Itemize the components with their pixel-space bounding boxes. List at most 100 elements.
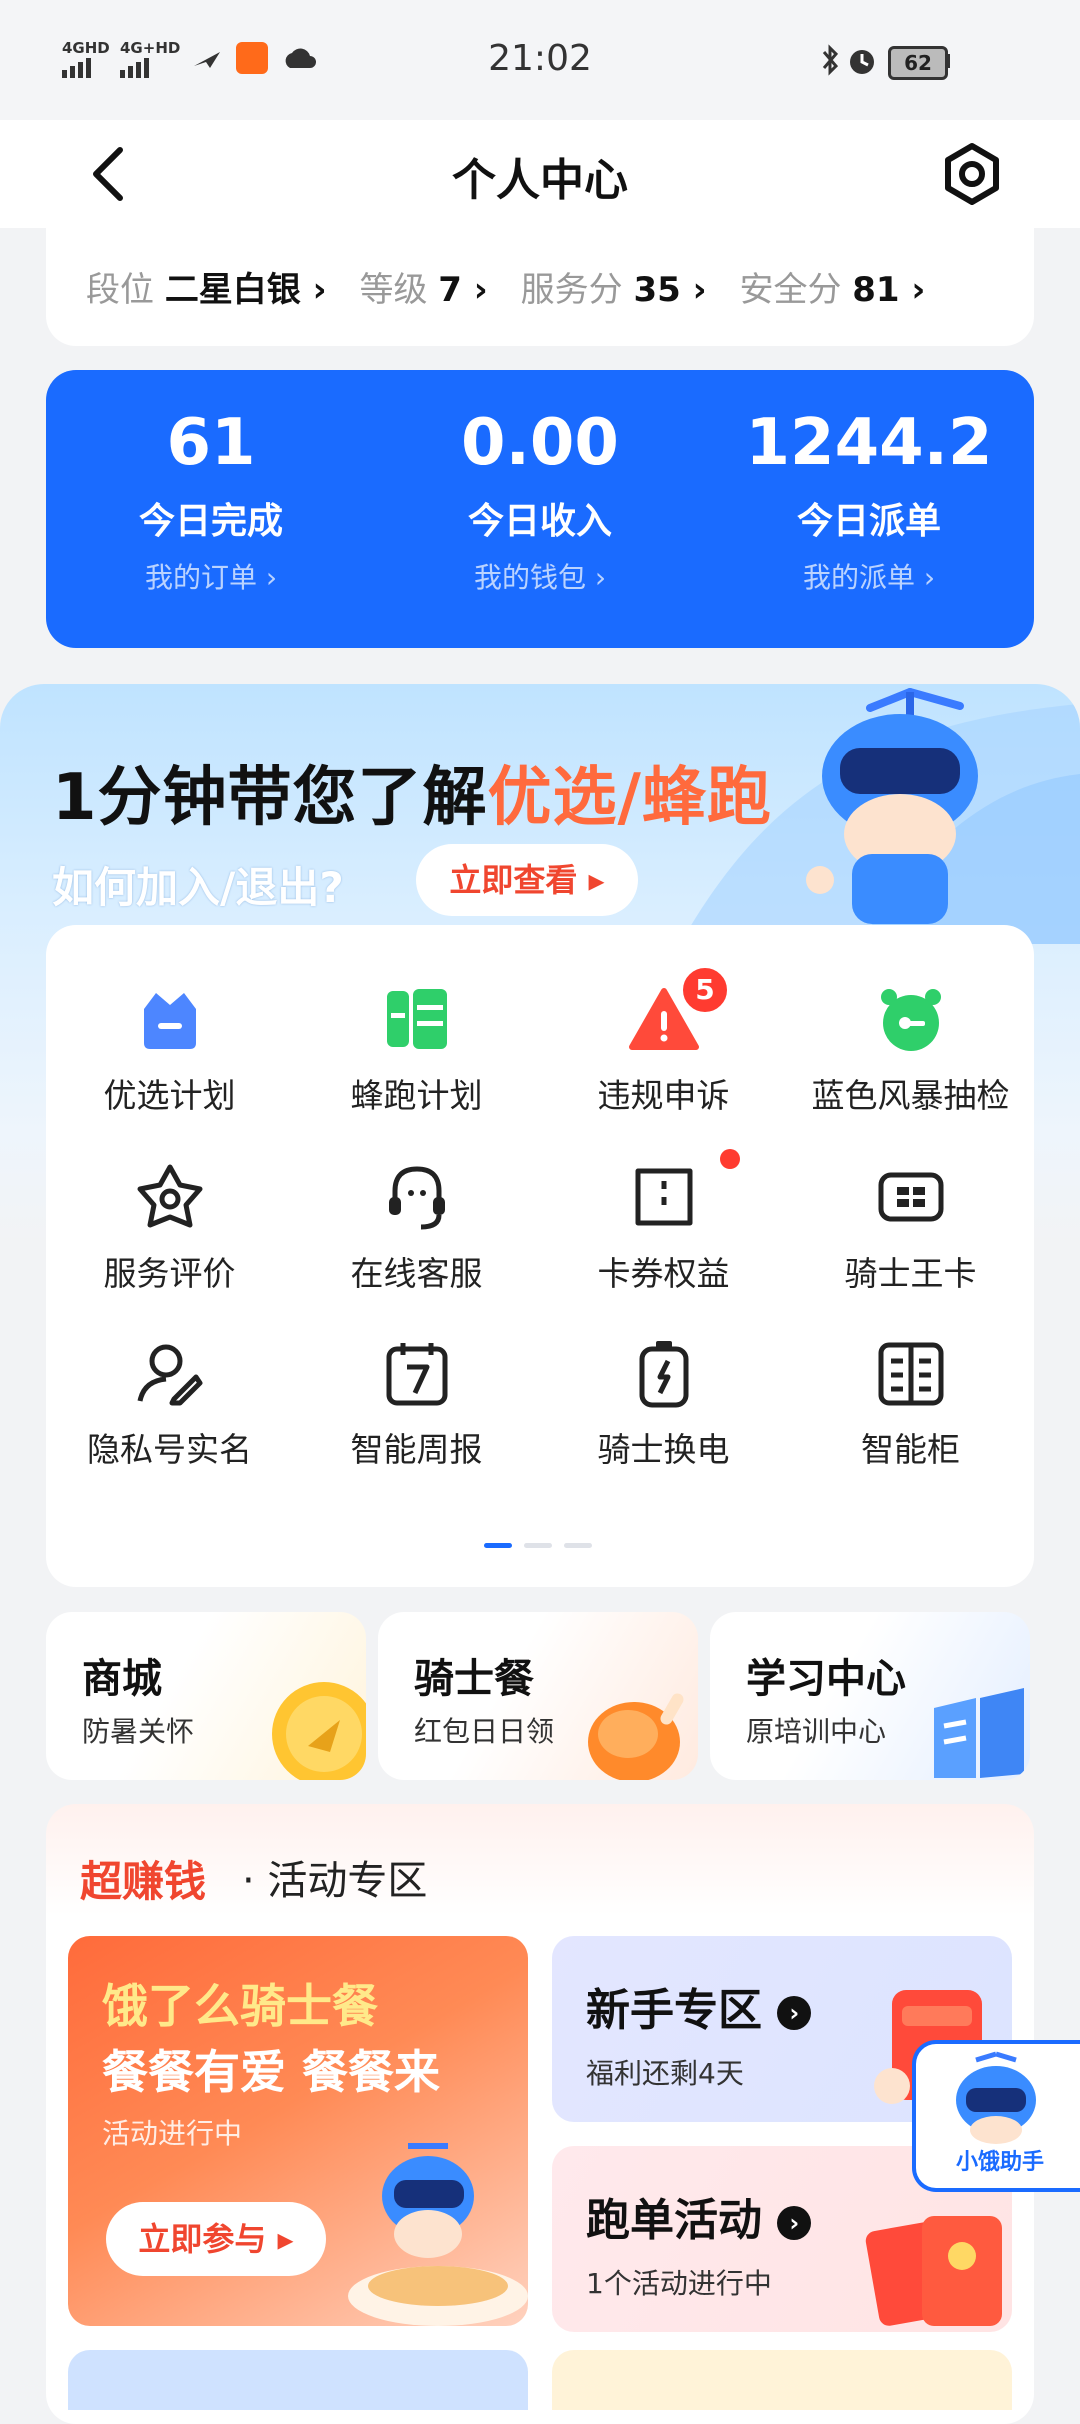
card-subtitle: 原培训中心 xyxy=(746,1715,887,1748)
promo-status: 活动进行中 xyxy=(102,2117,243,2150)
grid-item-youxuan[interactable]: 优选计划 xyxy=(46,983,293,1153)
settings-gear-icon[interactable] xyxy=(940,142,1004,206)
coupon-icon xyxy=(635,1168,693,1226)
stat-label: 今日完成 xyxy=(138,501,283,542)
run-activity-title-text: 跑单活动 xyxy=(586,2195,762,2246)
grid-item-coupons[interactable]: 卡券权益 xyxy=(540,1149,787,1331)
assistant-floating-button[interactable]: 小饿助手 xyxy=(912,2040,1080,2192)
card-subtitle: 福利还剩4天 xyxy=(586,2057,744,2090)
rider-meal-promo[interactable]: 饿了么骑士餐 餐餐有爱 餐餐来 活动进行中 立即参与 ▸ xyxy=(68,1936,528,2326)
bee-character-icon xyxy=(387,989,447,1049)
star-badge-icon xyxy=(137,1164,203,1228)
page-title: 个人中心 xyxy=(452,155,628,206)
card-icon xyxy=(878,1172,944,1222)
card-title: 商城 xyxy=(82,1656,162,1702)
stat-income[interactable]: 0.00 今日收入 我的钱包 › xyxy=(375,370,705,596)
battery-indicator: 62 xyxy=(888,46,948,80)
grid-label: 骑士王卡 xyxy=(844,1254,977,1293)
next-card-peek[interactable] xyxy=(552,2350,1012,2410)
rank-row: 段位 二星白银 › 等级 7 › 服务分 35 › 安全分 81 › xyxy=(86,262,925,311)
grid-label: 蜂跑计划 xyxy=(350,1076,483,1115)
rank-value: 二星白银 xyxy=(164,270,301,310)
join-now-button[interactable]: 立即参与 ▸ xyxy=(106,2202,326,2276)
page-indicator xyxy=(484,1533,604,1552)
grid-item-service-review[interactable]: 服务评价 xyxy=(46,1161,293,1331)
card-subtitle: 1个活动进行中 xyxy=(586,2267,772,2300)
rider-meal-card[interactable]: 骑士餐 红包日日领 xyxy=(378,1612,698,1780)
grid-item-king-card[interactable]: 骑士王卡 xyxy=(787,1161,1034,1331)
service-score-value: 35 xyxy=(633,270,681,310)
level-value: 7 xyxy=(438,270,462,310)
stat-value: 0.00 xyxy=(461,406,619,480)
rank-segment[interactable]: 段位 二星白银 › xyxy=(86,270,327,310)
promo-line-2: 餐餐有爱 餐餐来 xyxy=(102,2045,441,2099)
card-title: 学习中心 xyxy=(746,1656,906,1702)
grid-label: 服务评价 xyxy=(103,1254,236,1293)
banner-title-main: 1分钟带您了解 xyxy=(52,761,488,835)
stat-link[interactable]: 我的钱包 › xyxy=(375,556,705,596)
stat-link[interactable]: 我的派单 › xyxy=(704,556,1034,596)
card-subtitle: 防暑关怀 xyxy=(82,1715,195,1748)
today-stats-card: 61 今日完成 我的订单 › 0.00 今日收入 我的钱包 › 1244.2 今… xyxy=(46,370,1034,648)
grid-label: 智能周报 xyxy=(350,1430,483,1469)
gold-coin-icon xyxy=(272,1682,366,1780)
page-dot xyxy=(564,1543,592,1548)
banner-title-highlight: 优选/蜂跑 xyxy=(487,761,772,835)
stat-link[interactable]: 我的订单 › xyxy=(46,556,376,596)
newbie-title-text: 新手专区 xyxy=(586,1985,762,2036)
notification-badge: 5 xyxy=(680,965,730,1015)
cabinet-icon xyxy=(878,1342,944,1406)
rider-mascot-icon xyxy=(348,2143,528,2326)
view-now-button[interactable]: 立即查看 ▸ xyxy=(416,844,638,916)
activity-title: · 活动专区 xyxy=(242,1858,428,1904)
bluetooth-icon xyxy=(822,44,839,76)
grid-item-appeal[interactable]: 5 违规申诉 xyxy=(540,965,787,1153)
assistant-label: 小饿助手 xyxy=(955,2150,1044,2175)
stat-completed[interactable]: 61 今日完成 我的订单 › xyxy=(46,370,376,596)
alarm-icon xyxy=(850,50,874,74)
battery-tip xyxy=(946,54,950,68)
chevron-right-icon: › xyxy=(777,2206,812,2240)
book-icon xyxy=(934,1688,1024,1778)
mascot-robot-icon xyxy=(806,688,978,924)
grid-item-blue-storm[interactable]: 蓝色风暴抽检 xyxy=(787,983,1034,1153)
grid-label: 骑士换电 xyxy=(597,1430,730,1469)
grid-label: 蓝色风暴抽检 xyxy=(811,1076,1010,1115)
battery-icon xyxy=(639,1341,689,1408)
rank-card: 段位 二星白银 › 等级 7 › 服务分 35 › 安全分 81 › xyxy=(46,210,1034,346)
grid-label: 卡券权益 xyxy=(597,1254,730,1293)
calendar-icon xyxy=(386,1343,448,1406)
grid-item-fengpao[interactable]: 蜂跑计划 xyxy=(293,983,540,1153)
stat-dispatch[interactable]: 1244.2 今日派单 我的派单 › xyxy=(704,370,1034,596)
feature-grid-card: 优选计划 蜂跑计划 5 违规申诉 蓝色风暴抽检 服务评价 在线客服 卡券权益 骑… xyxy=(46,925,1034,1587)
grid-label: 智能柜 xyxy=(861,1430,960,1469)
grid-item-privacy-name[interactable]: 隐私号实名 xyxy=(46,1337,293,1507)
banner-subtitle: 如何加入/退出? xyxy=(52,863,344,912)
alarm-clock-icon xyxy=(881,989,941,1051)
red-dot-badge xyxy=(720,1149,740,1169)
card-title: 跑单活动 › xyxy=(586,2184,812,2248)
rank-label: 段位 xyxy=(86,270,154,310)
grid-item-weekly-report[interactable]: 智能周报 xyxy=(293,1337,540,1507)
mall-card[interactable]: 商城 防暑关怀 xyxy=(46,1612,366,1780)
grid-item-online-support[interactable]: 在线客服 xyxy=(293,1161,540,1331)
stat-label: 今日派单 xyxy=(796,501,941,542)
red-envelopes-icon xyxy=(865,2216,1002,2326)
invite-card-peek[interactable] xyxy=(68,2350,528,2410)
grid-item-smart-cabinet[interactable]: 智能柜 xyxy=(787,1337,1034,1507)
user-edit-icon xyxy=(137,1344,203,1406)
grid-label: 在线客服 xyxy=(350,1254,483,1293)
stat-value: 61 xyxy=(166,406,256,480)
promo-line-1: 饿了么骑士餐 xyxy=(102,1979,378,2033)
grid-label: 隐私号实名 xyxy=(87,1430,252,1469)
safety-score-segment[interactable]: 安全分 81 › xyxy=(739,270,925,310)
service-score-segment[interactable]: 服务分 35 › xyxy=(521,270,707,310)
grid-item-battery-swap[interactable]: 骑士换电 xyxy=(540,1337,787,1507)
grid-label: 违规申诉 xyxy=(597,1076,730,1115)
learning-center-card[interactable]: 学习中心 原培训中心 xyxy=(710,1612,1030,1780)
status-bar: 4GHD 4G+HD 21:02 62 xyxy=(0,0,1080,120)
level-segment[interactable]: 等级 7 › xyxy=(359,270,487,310)
card-title: 骑士餐 xyxy=(414,1656,534,1702)
card-subtitle: 红包日日领 xyxy=(414,1715,555,1748)
stat-label: 今日收入 xyxy=(467,501,612,542)
